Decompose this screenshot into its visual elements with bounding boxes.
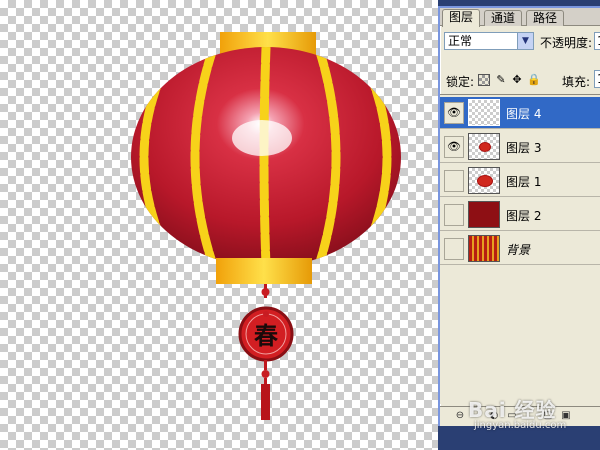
eye-icon[interactable]: 👁 bbox=[444, 136, 464, 158]
layer-name: 图层 4 bbox=[506, 107, 542, 121]
layer-row-background[interactable]: 背景 bbox=[440, 233, 600, 265]
opacity-input[interactable]: 1 bbox=[594, 32, 600, 50]
fill-label: 填充: bbox=[562, 75, 591, 89]
layer-name: 图层 1 bbox=[506, 175, 542, 189]
blend-mode-value: 正常 bbox=[448, 34, 473, 48]
lantern-bottom-cap bbox=[216, 258, 312, 284]
layer-name: 背景 bbox=[506, 243, 531, 257]
layer-thumbnail bbox=[468, 167, 500, 194]
layer-row-2[interactable]: 图层 2 bbox=[440, 199, 600, 231]
tab-paths[interactable]: 路径 bbox=[526, 10, 565, 26]
eye-icon[interactable]: 👁 bbox=[444, 102, 464, 124]
new-layer-icon[interactable]: ▢ bbox=[542, 410, 554, 422]
lock-row: 锁定: ✎ ✥ 🔒 填充: 1 bbox=[440, 70, 600, 90]
visibility-toggle[interactable] bbox=[444, 170, 464, 192]
tab-channels[interactable]: 通道 bbox=[484, 10, 523, 26]
lantern-tassel bbox=[261, 384, 270, 420]
fill-input[interactable]: 1 bbox=[594, 70, 600, 88]
layer-thumbnail bbox=[468, 99, 500, 126]
blend-row: 正常 ▼ 不透明度: 1 bbox=[440, 30, 600, 52]
lantern-artwork: 春 bbox=[131, 32, 401, 420]
layer-row-1[interactable]: 图层 1 bbox=[440, 165, 600, 197]
padlock-icon[interactable]: 🔒 bbox=[527, 74, 541, 86]
layers-panel: 图层 通道 路径 正常 ▼ 不透明度: 1 锁定: ✎ ✥ 🔒 填充: 1 👁 … bbox=[438, 6, 600, 426]
panel-bottom-bar: ⊖ ◐ ▭ ▢ ▣ bbox=[440, 406, 600, 426]
brush-icon[interactable]: ✎ bbox=[495, 74, 507, 86]
move-icon[interactable]: ✥ bbox=[511, 74, 523, 86]
checker-lock-icon[interactable] bbox=[478, 74, 490, 86]
trash-icon[interactable]: ▣ bbox=[560, 410, 572, 422]
visibility-toggle[interactable] bbox=[444, 204, 464, 226]
lock-label: 锁定: bbox=[446, 75, 475, 89]
lantern-character: 春 bbox=[254, 321, 278, 350]
blend-mode-select[interactable]: 正常 ▼ bbox=[444, 32, 534, 50]
layer-thumbnail bbox=[468, 235, 500, 262]
chevron-down-icon[interactable]: ▼ bbox=[517, 33, 533, 49]
tab-layers[interactable]: 图层 bbox=[442, 9, 481, 27]
lantern-stripe bbox=[259, 47, 271, 267]
layer-row-4[interactable]: 👁 图层 4 bbox=[440, 97, 600, 129]
folder-icon[interactable]: ▭ bbox=[506, 410, 518, 422]
panel-tab-bar: 图层 通道 路径 bbox=[440, 8, 600, 27]
visibility-toggle[interactable] bbox=[444, 238, 464, 260]
layer-row-3[interactable]: 👁 图层 3 bbox=[440, 131, 600, 163]
document-canvas[interactable]: 春 bbox=[0, 0, 440, 450]
layer-name: 图层 2 bbox=[506, 209, 542, 223]
layer-name: 图层 3 bbox=[506, 141, 542, 155]
new-fill-layer-icon[interactable]: ◐ bbox=[488, 410, 500, 422]
layer-list: 👁 图层 4 👁 图层 3 图层 1 图层 2 背景 bbox=[440, 94, 600, 404]
opacity-label: 不透明度: bbox=[540, 36, 593, 50]
layer-thumbnail bbox=[468, 133, 500, 160]
layer-thumbnail bbox=[468, 201, 500, 228]
lantern-shine bbox=[232, 120, 292, 156]
link-layers-icon[interactable]: ⊖ bbox=[454, 410, 466, 422]
